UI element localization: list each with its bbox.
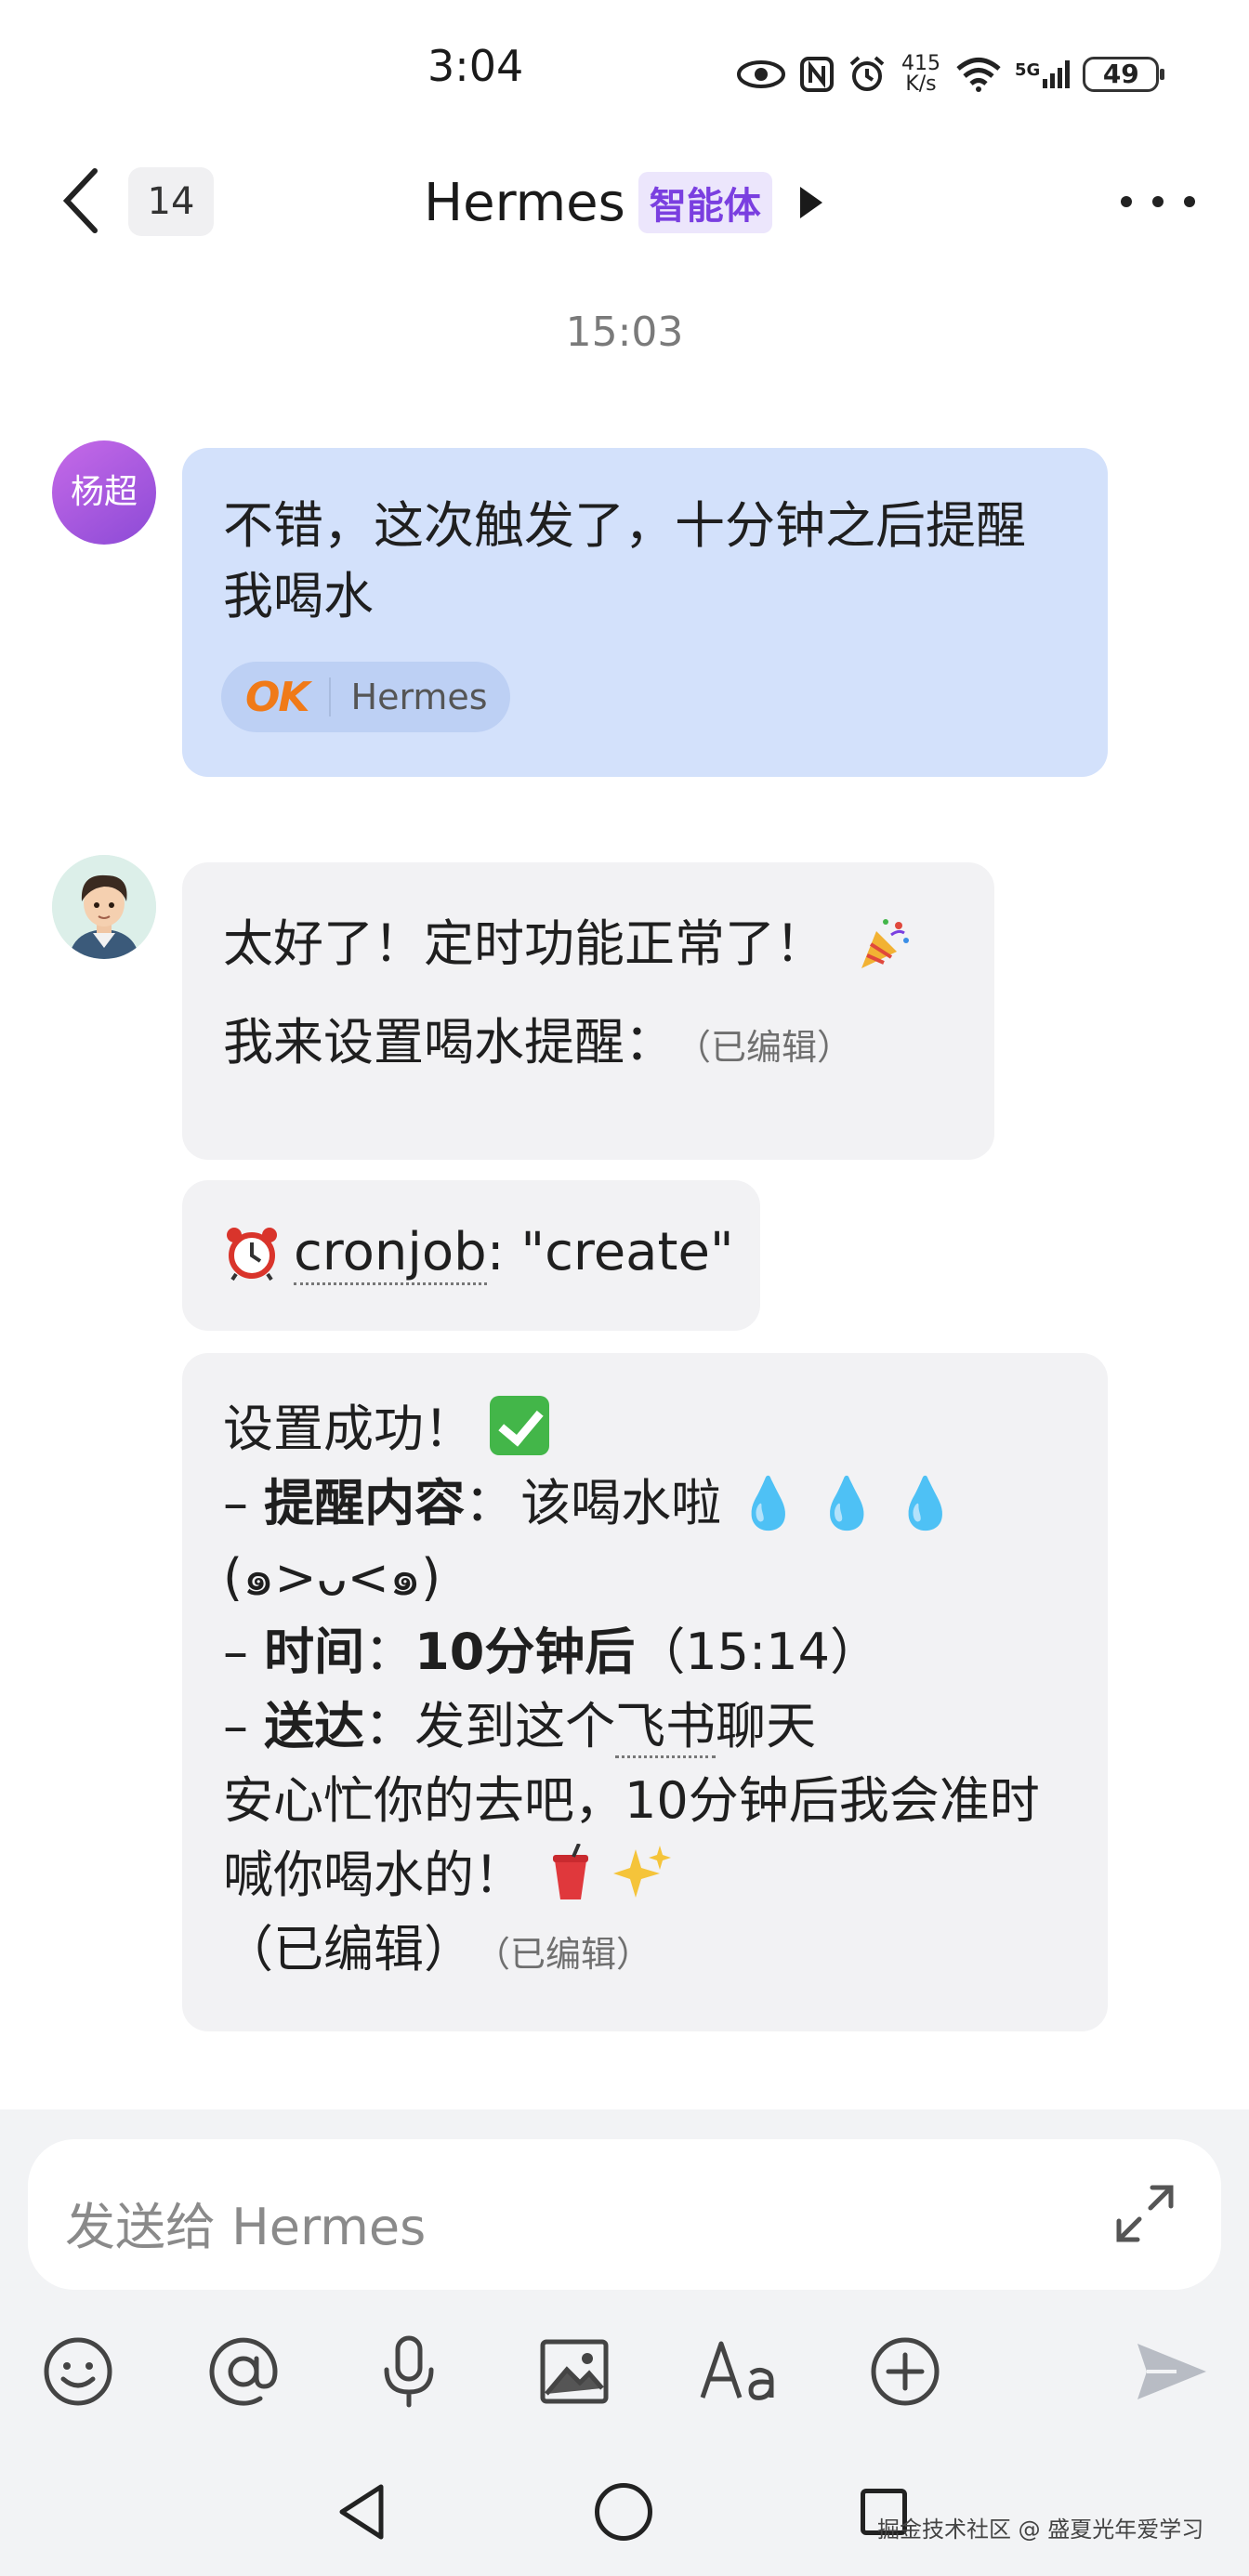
mention-icon[interactable] — [203, 2331, 284, 2412]
status-time: 3:04 — [427, 41, 524, 91]
watermark: 掘金技术社区 @ 盛夏光年爱学习 — [877, 2517, 1204, 2543]
water-drop-icon: 💧 — [815, 1474, 879, 1532]
alarm-icon — [849, 56, 885, 91]
bot-message-line: 我来设置喝水提醒： （已编辑） — [223, 1013, 853, 1071]
water-drop-icon: 💧 — [737, 1474, 800, 1532]
add-icon[interactable] — [864, 2331, 946, 2412]
wifi-icon — [956, 58, 1001, 92]
message-timestamp: 15:03 — [565, 309, 684, 356]
battery-indicator: 49 — [1083, 57, 1165, 92]
bot-message-bubble[interactable]: 设置成功！ – 提醒内容： 该喝水啦 💧 💧 💧 (๑>ᴗ<๑) – 时间：10分… — [182, 1353, 1108, 2031]
nav-back-icon[interactable] — [335, 2481, 390, 2543]
bot-message-line: 太好了！定时功能正常了！ — [223, 909, 914, 979]
play-icon[interactable] — [799, 187, 822, 218]
bot-result-text: 设置成功！ – 提醒内容： 该喝水啦 💧 💧 💧 (๑>ᴗ<๑) – 时间：10分… — [223, 1392, 1078, 1991]
unread-count[interactable]: 14 — [128, 167, 214, 236]
alarm-clock-icon — [227, 1228, 277, 1281]
nfc-icon — [800, 57, 834, 92]
status-icons: 415 K/s 5G 49 — [736, 46, 1165, 102]
composer-toolbar — [37, 2331, 1227, 2414]
message-input-placeholder[interactable]: 发送给 Hermes — [65, 2186, 426, 2259]
mic-icon[interactable] — [368, 2331, 450, 2412]
bot-message-bubble[interactable]: 太好了！定时功能正常了！ 我来设置喝水提醒： （已编辑） — [182, 862, 994, 1160]
net-speed: 415 K/s — [901, 52, 940, 96]
reaction-user: Hermes — [350, 677, 488, 717]
user-message-text: 不错，这次触发了，十分钟之后提醒我喝水 — [223, 496, 1026, 625]
eye-icon — [737, 60, 785, 88]
font-icon[interactable] — [699, 2331, 781, 2412]
more-icon[interactable] — [1121, 186, 1195, 217]
reaction-chip[interactable]: OK Hermes — [221, 662, 510, 732]
bot-avatar[interactable] — [52, 855, 156, 959]
edited-tag: （已编辑） — [693, 1027, 853, 1068]
expand-icon[interactable] — [1111, 2180, 1178, 2247]
ok-emoji-icon: OK — [245, 673, 309, 721]
reaction-divider — [328, 677, 331, 716]
nav-home-icon[interactable] — [595, 2483, 652, 2541]
emoji-icon[interactable] — [37, 2331, 119, 2412]
user-message-bubble[interactable]: 不错，这次触发了，十分钟之后提醒我喝水 OK Hermes — [182, 448, 1108, 777]
agent-badge: 智能体 — [638, 172, 772, 233]
tool-arg: : "create" — [486, 1222, 734, 1282]
check-mark-icon — [490, 1396, 550, 1455]
sparkles-icon — [613, 1846, 672, 1898]
feishu-link[interactable]: 飞书 — [615, 1697, 717, 1758]
edited-tag: （已编辑） — [493, 1934, 652, 1975]
signal-icon: 5G — [1015, 60, 1071, 88]
drink-cup-icon — [553, 1843, 589, 1899]
avatar[interactable]: 杨超 — [52, 440, 156, 545]
back-icon[interactable] — [56, 164, 108, 238]
tool-name[interactable]: cronjob — [294, 1222, 487, 1285]
image-icon[interactable] — [533, 2331, 615, 2412]
party-popper-icon — [861, 919, 910, 968]
chat-header[interactable]: Hermes 智能体 — [424, 165, 822, 240]
water-drop-icon: 💧 — [894, 1474, 957, 1532]
chat-title[interactable]: Hermes — [424, 173, 625, 233]
tool-call-bubble[interactable]: cronjob: "create" — [182, 1180, 760, 1331]
send-icon[interactable] — [1130, 2331, 1212, 2412]
